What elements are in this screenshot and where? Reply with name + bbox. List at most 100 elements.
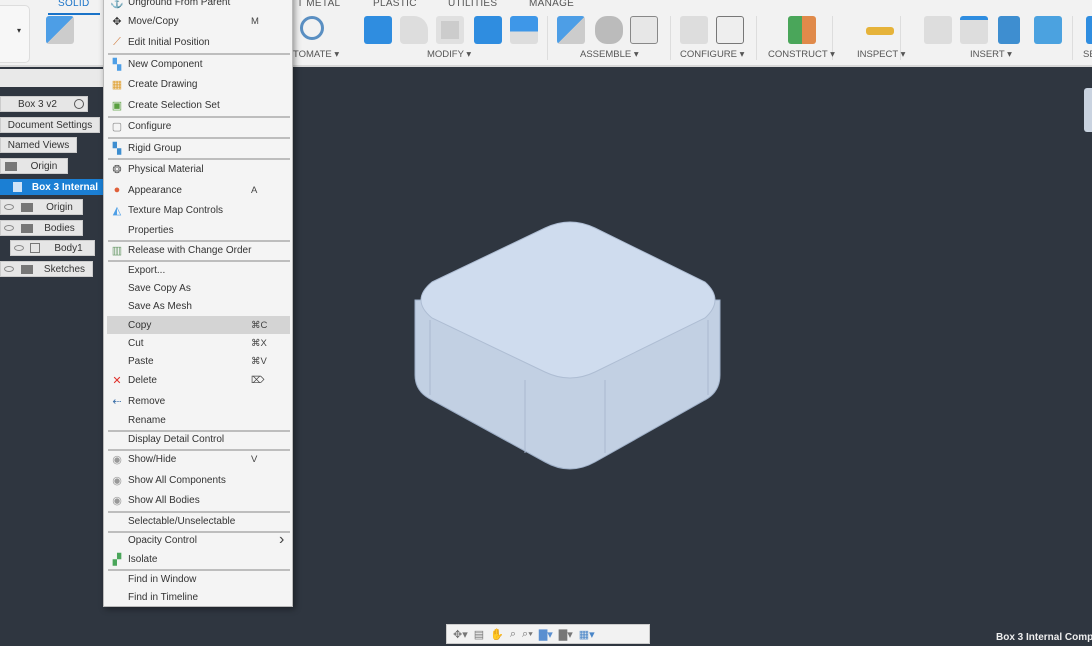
shortcut-label: ⌘C	[251, 319, 268, 331]
menu-item-label: Isolate	[128, 553, 158, 565]
blank-icon-slot	[111, 515, 123, 527]
menu-separator	[108, 449, 290, 451]
tree-origin-sub[interactable]: Origin	[0, 199, 83, 215]
menu-item-find-in-window[interactable]: Find in Window	[107, 570, 290, 588]
eye-icon[interactable]	[4, 266, 14, 272]
blank-icon-slot	[111, 573, 123, 585]
menu-item-unground-from-parent[interactable]: ⚓ Unground From Parent	[107, 0, 290, 11]
tree-body1[interactable]: Body1	[10, 240, 95, 256]
menu-item-rigid-group[interactable]: ▚ Rigid Group	[107, 139, 290, 157]
menu-item-label: Unground From Parent	[128, 0, 231, 8]
menu-item-delete[interactable]: ✕ Delete ⌦	[107, 371, 290, 389]
look-at-icon[interactable]: ▤	[474, 628, 484, 641]
menu-item-label: Delete	[128, 374, 157, 386]
folder-icon	[21, 223, 33, 233]
body-icon	[30, 243, 40, 253]
release-icon: ▥	[111, 244, 123, 257]
menu-item-label: Show All Components	[128, 474, 226, 486]
material-icon: ❂	[112, 163, 122, 176]
menu-item-selectable-unselectable[interactable]: Selectable/Unselectable	[107, 512, 290, 530]
menu-item-isolate[interactable]: ▞ Isolate	[107, 550, 290, 568]
component-icon	[13, 182, 22, 192]
zoom-icon[interactable]: ⌕	[510, 628, 516, 641]
menu-item-show-hide[interactable]: ◉ Show/Hide V	[107, 450, 290, 468]
menu-item-label: Create Selection Set	[128, 99, 220, 111]
shortcut-label: ⌘V	[251, 355, 267, 367]
menu-item-create-selection-set[interactable]: ▣ Create Selection Set	[107, 96, 290, 114]
shortcut-label: M	[251, 15, 259, 27]
menu-item-new-component[interactable]: ▚ New Component	[107, 55, 290, 73]
menu-item-rename[interactable]: Rename	[107, 411, 290, 429]
menu-item-paste[interactable]: Paste ⌘V	[107, 352, 290, 370]
menu-item-texture-map-controls[interactable]: ◭ Texture Map Controls	[107, 201, 290, 219]
menu-item-move-copy[interactable]: ✥ Move/Copy M	[107, 12, 290, 30]
tree-bodies[interactable]: Bodies	[0, 220, 83, 236]
display-settings-icon[interactable]: ▇▾	[539, 628, 553, 641]
node-label: Origin	[46, 201, 73, 213]
menu-item-show-all-bodies[interactable]: ◉ Show All Bodies	[107, 491, 290, 509]
eye-icon[interactable]	[14, 245, 24, 251]
tree-sketches[interactable]: Sketches	[0, 261, 93, 277]
menu-item-label: Rigid Group	[128, 142, 182, 154]
shortcut-label: A	[251, 184, 258, 196]
menu-item-label: Save As Mesh	[128, 300, 192, 312]
tree-named-views[interactable]: Named Views	[0, 137, 77, 153]
tree-document-settings[interactable]: Document Settings	[0, 117, 100, 133]
tree-origin[interactable]: Origin	[0, 158, 68, 174]
menu-item-label: Texture Map Controls	[128, 204, 224, 216]
menu-item-save-as-mesh[interactable]: Save As Mesh	[107, 297, 290, 315]
texture-icon: ◭	[112, 204, 122, 217]
menu-item-physical-material[interactable]: ❂ Physical Material	[107, 160, 290, 178]
eye-icon: ◉	[112, 474, 122, 487]
menu-item-label: Create Drawing	[128, 78, 198, 90]
eye-icon[interactable]	[4, 225, 14, 231]
delete-icon: ✕	[112, 374, 122, 387]
visual-style-icon[interactable]: ▇▾	[559, 628, 573, 641]
menu-item-label: Opacity Control	[128, 534, 197, 546]
tree-root[interactable]: Box 3 v2	[0, 96, 88, 112]
tree-component-selected[interactable]: Box 3 Internal	[0, 179, 103, 195]
eye-icon[interactable]	[4, 204, 14, 210]
menu-separator	[108, 260, 290, 262]
orbit-icon[interactable]: ✥▾	[453, 628, 468, 641]
folder-icon	[5, 161, 17, 171]
menu-item-opacity-control[interactable]: Opacity Control ›	[107, 531, 290, 549]
blank-icon-slot	[111, 319, 123, 331]
menu-item-configure[interactable]: ▢ Configure	[107, 117, 290, 135]
remove-icon: ⇠	[112, 395, 122, 408]
menu-item-create-drawing[interactable]: ▦ Create Drawing	[107, 75, 290, 93]
menu-item-label: Save Copy As	[128, 282, 191, 294]
configure-icon: ▢	[111, 120, 123, 133]
menu-item-release-with-change-order[interactable]: ▥ Release with Change Order	[107, 241, 290, 259]
menu-item-appearance[interactable]: ● Appearance A	[107, 181, 290, 199]
radio-icon[interactable]	[74, 99, 84, 109]
pan-icon[interactable]: ✋	[490, 628, 504, 641]
menu-item-label: Paste	[128, 355, 154, 367]
menu-item-label: Selectable/Unselectable	[128, 515, 236, 527]
menu-item-properties[interactable]: Properties	[107, 221, 290, 239]
blank-icon-slot	[111, 264, 123, 276]
menu-item-label: Export...	[128, 264, 166, 276]
eye-icon: ◉	[112, 453, 122, 466]
menu-item-edit-initial-position[interactable]: ⟋ Edit Initial Position	[107, 33, 290, 51]
menu-item-remove[interactable]: ⇠ Remove	[107, 392, 290, 410]
selection-set-icon: ▣	[111, 99, 123, 112]
menu-item-copy[interactable]: Copy ⌘C	[107, 316, 290, 334]
menu-item-find-in-timeline[interactable]: Find in Timeline	[107, 588, 290, 606]
menu-item-show-all-components[interactable]: ◉ Show All Components	[107, 471, 290, 489]
menu-item-label: Configure	[128, 120, 172, 132]
zoom-window-icon[interactable]: ⌕▾	[522, 628, 533, 641]
menu-item-display-detail-control[interactable]: Display Detail Control	[107, 430, 290, 448]
menu-item-cut[interactable]: Cut ⌘X	[107, 334, 290, 352]
viewcube[interactable]	[1084, 88, 1092, 132]
grid-icon[interactable]: ▦▾	[579, 628, 595, 641]
menu-item-label: Cut	[128, 337, 144, 349]
menu-item-export[interactable]: Export...	[107, 261, 290, 279]
new-component-icon: ▚	[112, 58, 122, 71]
menu-item-label: Properties	[128, 224, 174, 236]
move-icon: ✥	[112, 15, 122, 28]
edit-position-icon: ⟋	[113, 35, 121, 48]
menu-item-save-copy-as[interactable]: Save Copy As	[107, 279, 290, 297]
menu-item-label: Rename	[128, 414, 166, 426]
menu-separator	[108, 53, 290, 55]
